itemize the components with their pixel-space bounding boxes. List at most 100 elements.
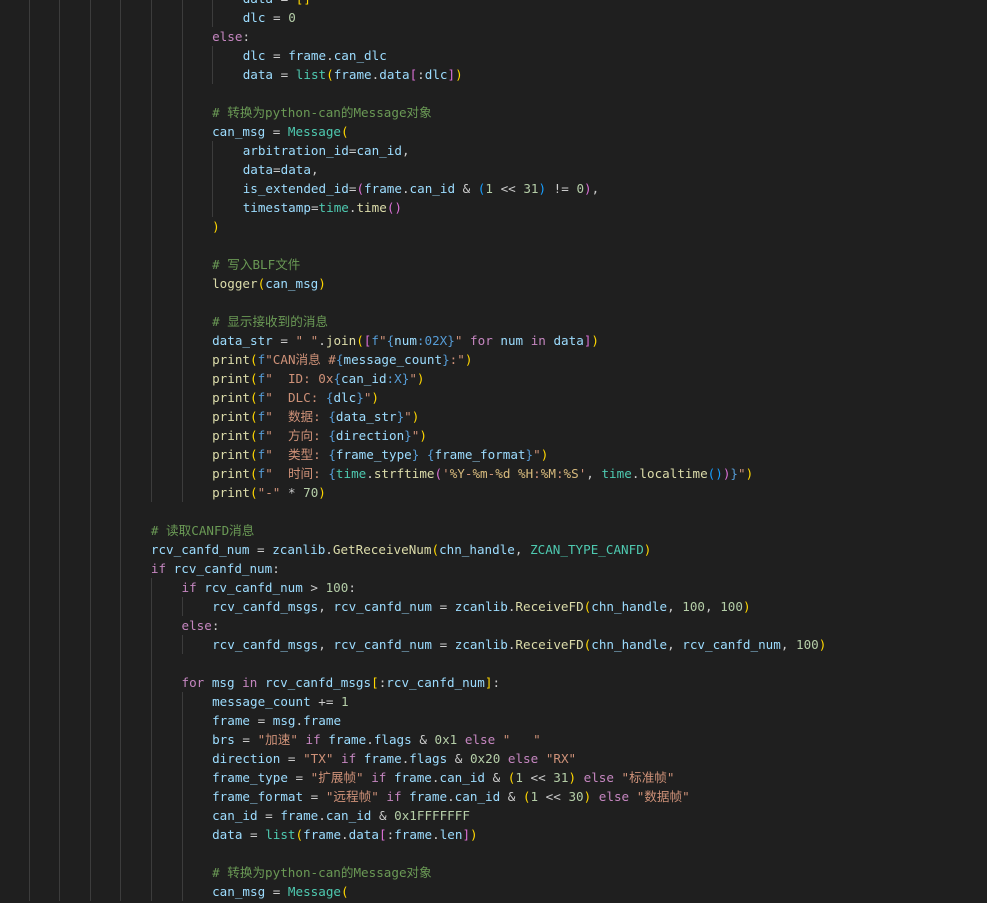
code-token: 1 xyxy=(341,694,349,709)
code-token: ) xyxy=(318,276,326,291)
code-token: 31 xyxy=(523,181,539,196)
code-token: ( xyxy=(250,485,258,500)
code-line[interactable]: else: xyxy=(0,27,987,46)
code-line[interactable]: logger(can_msg) xyxy=(0,274,987,293)
code-token: rcv_canfd_num xyxy=(386,675,485,690)
code-token: else xyxy=(212,29,243,44)
code-token: . xyxy=(295,713,304,728)
code-token: ( xyxy=(250,390,258,405)
code-line[interactable]: is_extended_id=(frame.can_id & (1 << 31)… xyxy=(0,179,987,198)
code-token: 100 xyxy=(682,599,706,614)
code-token: chn_handle xyxy=(591,599,668,614)
code-line[interactable]: ) xyxy=(0,217,987,236)
code-token: %H xyxy=(518,466,534,481)
code-token: " DLC: xyxy=(265,390,326,405)
code-token: " xyxy=(409,371,417,386)
code-token: ) xyxy=(745,466,754,481)
code-line[interactable]: # 读取CANFD消息 xyxy=(0,521,987,540)
code-token: :" xyxy=(449,352,465,367)
code-line[interactable]: print(f" 数据: {data_str}") xyxy=(0,407,987,426)
code-token: 100 xyxy=(720,599,743,614)
code-token: ReceiveFD xyxy=(515,637,584,652)
code-token: "RX" xyxy=(545,751,577,766)
code-token: " xyxy=(378,333,387,348)
code-token: ) xyxy=(455,67,463,82)
code-token: data xyxy=(242,162,274,177)
code-line[interactable]: message_count += 1 xyxy=(0,692,987,711)
code-line[interactable]: print(f"CAN消息 #{message_count}:") xyxy=(0,350,987,369)
code-line[interactable]: frame_format = "远程帧" if frame.can_id & (… xyxy=(0,787,987,806)
code-line[interactable]: else: xyxy=(0,616,987,635)
code-line[interactable]: arbitration_id=can_id, xyxy=(0,141,987,160)
code-line[interactable]: data = list(frame.data[:dlc]) xyxy=(0,65,987,84)
code-token: list xyxy=(295,67,327,82)
code-token: ( xyxy=(250,409,258,424)
code-token: } xyxy=(442,352,450,367)
code-line[interactable]: print(f" 时间: {time.strftime('%Y-%m-%d %H… xyxy=(0,464,987,483)
code-line[interactable]: print(f" 方向: {direction}") xyxy=(0,426,987,445)
code-token: ) xyxy=(591,333,599,348)
code-line[interactable]: print(f" DLC: {dlc}") xyxy=(0,388,987,407)
code-editor[interactable]: data = []dlc = 0else:dlc = frame.can_dlc… xyxy=(0,0,987,903)
code-line[interactable]: data=data, xyxy=(0,160,987,179)
code-token: can_msg xyxy=(212,124,266,139)
code-line[interactable]: direction = "TX" if frame.flags & 0x20 e… xyxy=(0,749,987,768)
code-line[interactable] xyxy=(0,236,987,255)
code-line[interactable]: frame_type = "扩展帧" if frame.can_id & (1 … xyxy=(0,768,987,787)
code-token: . xyxy=(366,466,374,481)
code-line[interactable]: dlc = frame.can_dlc xyxy=(0,46,987,65)
code-line[interactable]: rcv_canfd_msgs, rcv_canfd_num = zcanlib.… xyxy=(0,635,987,654)
code-token: ) xyxy=(584,181,592,196)
code-line[interactable]: # 显示接收到的消息 xyxy=(0,312,987,331)
code-line[interactable] xyxy=(0,654,987,673)
code-line[interactable] xyxy=(0,502,987,521)
code-token: & xyxy=(455,181,478,196)
code-line[interactable]: if rcv_canfd_num > 100: xyxy=(0,578,987,597)
code-line[interactable]: print(f" 类型: {frame_type} {frame_format}… xyxy=(0,445,987,464)
code-token: 100 xyxy=(796,637,819,652)
code-line[interactable]: can_msg = Message( xyxy=(0,882,987,901)
code-line[interactable]: can_msg = Message( xyxy=(0,122,987,141)
code-line[interactable]: print(f" ID: 0x{can_id:X}") xyxy=(0,369,987,388)
code-line[interactable]: # 转换为python-can的Message对象 xyxy=(0,103,987,122)
code-line[interactable]: timestamp=time.time() xyxy=(0,198,987,217)
code-token: rcv_canfd_num xyxy=(150,542,250,557)
code-token: rcv_canfd_num xyxy=(333,637,432,652)
code-line[interactable] xyxy=(0,293,987,312)
code-token: "TX" xyxy=(303,751,334,766)
code-token: "标准帧" xyxy=(621,770,675,785)
code-content[interactable]: data = []dlc = 0else:dlc = frame.can_dlc… xyxy=(0,0,987,901)
code-token: else xyxy=(576,770,622,785)
code-token: ( xyxy=(250,352,258,367)
code-line[interactable]: data = list(frame.data[:frame.len]) xyxy=(0,825,987,844)
code-line[interactable]: brs = "加速" if frame.flags & 0x1 else " " xyxy=(0,730,987,749)
code-token: time xyxy=(601,466,632,481)
code-line[interactable] xyxy=(0,84,987,103)
code-token: = xyxy=(257,808,281,823)
code-line[interactable]: can_id = frame.can_id & 0x1FFFFFFF xyxy=(0,806,987,825)
code-line[interactable]: frame = msg.frame xyxy=(0,711,987,730)
code-token: & xyxy=(484,770,508,785)
code-line[interactable]: rcv_canfd_msgs, rcv_canfd_num = zcanlib.… xyxy=(0,597,987,616)
code-token: } xyxy=(730,466,739,481)
code-token: rcv_canfd_num xyxy=(682,637,781,652)
code-token: data xyxy=(348,827,379,842)
code-line[interactable]: data_str = " ".join([f"{num:02X}" for nu… xyxy=(0,331,987,350)
code-line[interactable] xyxy=(0,844,987,863)
code-line[interactable]: rcv_canfd_num = zcanlib.GetReceiveNum(ch… xyxy=(0,540,987,559)
code-token: ' xyxy=(442,466,450,481)
code-line[interactable]: for msg in rcv_canfd_msgs[: rcv_canfd_num… xyxy=(0,673,987,692)
code-token: , xyxy=(705,599,721,614)
code-line[interactable]: dlc = 0 xyxy=(0,8,987,27)
code-line[interactable]: if rcv_canfd_num: xyxy=(0,559,987,578)
code-token: :X xyxy=(386,371,402,386)
code-line[interactable]: data = [] xyxy=(0,0,987,8)
code-line[interactable]: print("-" * 70) xyxy=(0,483,987,502)
code-token: 30 xyxy=(568,789,584,804)
code-line[interactable]: # 转换为python-can的Message对象 xyxy=(0,863,987,882)
code-line[interactable]: # 写入BLF文件 xyxy=(0,255,987,274)
code-token: , xyxy=(667,637,683,652)
code-token: frame xyxy=(333,67,372,82)
